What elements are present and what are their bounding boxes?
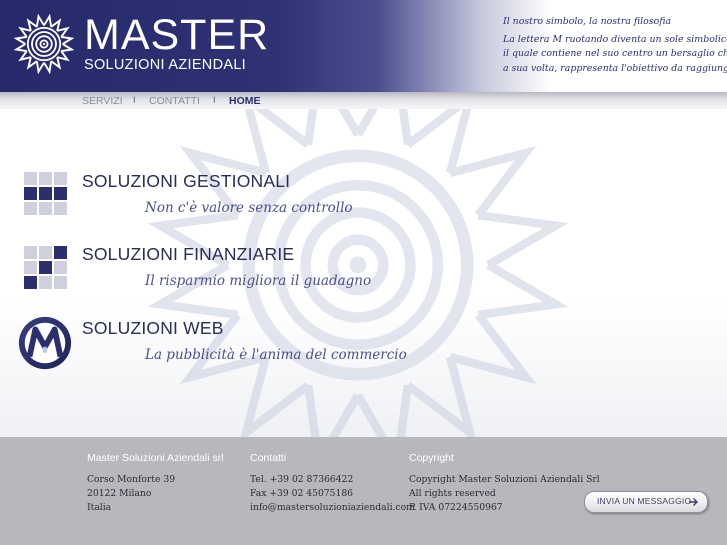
sun-ray xyxy=(14,35,27,45)
footer-copyright-line: All rights reserved xyxy=(409,488,496,499)
brand-title[interactable]: MASTER xyxy=(84,12,269,58)
nav-item-home[interactable]: HOME xyxy=(229,95,261,107)
footer-email-link[interactable]: info@mastersoluzioniaziendali.com xyxy=(250,502,415,513)
arrow-right-icon xyxy=(689,498,698,506)
send-message-label: INVIA UN MESSAGGIO xyxy=(597,496,692,506)
service-title-finanziarie[interactable]: SOLUZIONI FINANZIARIE xyxy=(82,244,294,265)
motto-block: Il nostro simbolo, la nostra filosofia L… xyxy=(503,15,727,76)
motto-line: il quale contiene nel suo centro un bers… xyxy=(503,48,727,59)
footer-company-heading: Master Soluzioni Aziendali srl xyxy=(87,452,224,464)
motto-line: a sua volta, rappresenta l'obiettivo da … xyxy=(503,62,727,74)
send-message-button[interactable]: INVIA UN MESSAGGIO xyxy=(584,491,708,513)
footer-fax: Fax +39 02 45075186 xyxy=(250,488,354,499)
nav-separator: I xyxy=(213,95,216,105)
footer-company-line: 20122 Milano xyxy=(87,488,152,499)
sun-ray xyxy=(448,312,537,385)
checker-squares-icon[interactable] xyxy=(24,246,68,290)
service-tagline: La pubblicità è l'anima del commercio xyxy=(145,347,407,363)
footer-company-line: Corso Monforte 39 xyxy=(87,474,176,485)
nav-item-contatti[interactable]: CONTATTI xyxy=(149,95,200,107)
sun-ray xyxy=(477,261,568,319)
page: MASTER SOLUZIONI AZIENDALI Il nostro sim… xyxy=(0,0,727,545)
sun-ray xyxy=(238,355,311,444)
nav-item-servizi[interactable]: SERVIZI xyxy=(82,95,123,107)
sun-ray xyxy=(35,14,45,27)
sun-ray xyxy=(35,61,45,74)
sun-ray xyxy=(405,355,478,444)
sun-ray xyxy=(14,43,27,53)
watermark-sun-icon xyxy=(148,55,568,475)
sun-ray xyxy=(43,14,53,27)
motto-title: Il nostro simbolo, la nostra filosofia xyxy=(503,16,672,27)
sun-ray xyxy=(61,35,74,45)
footer-phone: Tel. +39 02 87366422 xyxy=(250,474,354,485)
service-tagline: Non c'è valore senza controllo xyxy=(145,200,353,216)
motto-line: La lettera M ruotando diventa un sole si… xyxy=(503,33,727,45)
sun-ray xyxy=(43,61,53,74)
nav-separator: I xyxy=(133,95,136,105)
sun-ray xyxy=(61,43,74,53)
nav-bar: SERVIZI I CONTATTI I HOME xyxy=(0,92,727,109)
sun-target-logo-icon[interactable] xyxy=(14,14,74,74)
footer-vat: P. IVA 07224550967 xyxy=(409,502,503,513)
m-circle-logo-icon[interactable] xyxy=(16,314,74,372)
footer-copyright-heading: Copyright xyxy=(409,452,454,464)
sun-ray xyxy=(477,211,568,269)
sun-ray xyxy=(448,145,537,218)
service-title-gestionali[interactable]: SOLUZIONI GESTIONALI xyxy=(82,171,290,192)
footer-contacts-heading: Contatti xyxy=(250,452,287,464)
grid-squares-icon[interactable] xyxy=(24,172,68,216)
service-title-web[interactable]: SOLUZIONI WEB xyxy=(82,318,224,339)
service-tagline: Il risparmio migliora il guadagno xyxy=(145,273,372,289)
footer-company-line: Italia xyxy=(87,502,112,513)
footer-copyright-line: Copyright Master Soluzioni Aziendali Srl xyxy=(409,474,600,485)
brand-subtitle: SOLUZIONI AZIENDALI xyxy=(84,57,247,73)
